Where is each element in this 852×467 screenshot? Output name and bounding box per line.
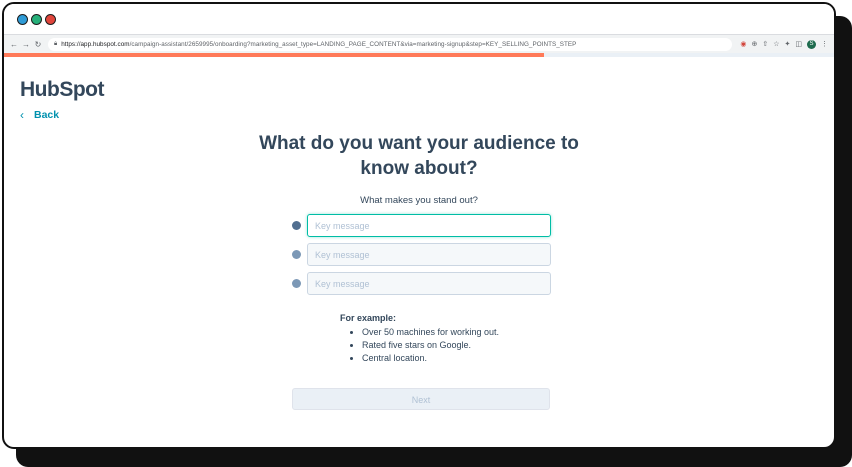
- example-block: For example: Over 50 machines for workin…: [340, 313, 499, 365]
- example-item: Over 50 machines for working out.: [362, 326, 499, 339]
- progress-fill: [4, 53, 544, 57]
- toolbar-icons: ◉ ⊕ ⇧ ☆ ✦ ◫ S ⋮: [740, 39, 828, 49]
- onboarding-progress-bar: [4, 53, 834, 57]
- forward-arrow-icon[interactable]: →: [20, 40, 32, 49]
- back-label: Back: [34, 109, 60, 121]
- window-control-blue[interactable]: [17, 14, 28, 25]
- window-control-red[interactable]: [45, 14, 56, 25]
- key-message-input-2[interactable]: [307, 243, 551, 266]
- next-button[interactable]: Next: [292, 388, 550, 410]
- extension-icon[interactable]: ◉: [740, 40, 746, 48]
- chevron-left-icon: ‹: [20, 108, 24, 122]
- page-title-line2: know about?: [360, 158, 478, 179]
- side-panel-icon[interactable]: ◫: [795, 40, 802, 48]
- url-host: https://app.hubspot.com: [61, 40, 130, 48]
- window-titlebar: [4, 4, 834, 34]
- url-text: https://app.hubspot.com/campaign-assista…: [61, 41, 576, 48]
- key-message-input-3[interactable]: [307, 272, 551, 295]
- example-item: Rated five stars on Google.: [362, 339, 499, 352]
- key-message-row-3: [292, 272, 551, 295]
- step-bullet: [292, 279, 301, 288]
- menu-kebab-icon[interactable]: ⋮: [821, 40, 828, 48]
- example-list: Over 50 machines for working out. Rated …: [340, 326, 499, 365]
- zoom-icon[interactable]: ⊕: [751, 40, 757, 48]
- window-control-green[interactable]: [31, 14, 42, 25]
- back-arrow-icon[interactable]: ←: [8, 40, 20, 49]
- key-message-row-2: [292, 243, 551, 266]
- step-bullet: [292, 221, 301, 230]
- browser-window: ← → ↻ 🔒︎ https://app.hubspot.com/campaig…: [2, 2, 836, 449]
- page-title-line1: What do you want your audience to: [259, 133, 579, 154]
- reload-icon[interactable]: ↻: [32, 40, 44, 49]
- profile-avatar[interactable]: S: [807, 39, 816, 49]
- address-bar[interactable]: 🔒︎ https://app.hubspot.com/campaign-assi…: [48, 37, 733, 51]
- example-item: Central location.: [362, 352, 499, 365]
- back-link[interactable]: ‹ Back: [20, 108, 59, 122]
- url-path: /campaign-assistant/2659995/onboarding?m…: [129, 40, 577, 48]
- browser-toolbar: ← → ↻ 🔒︎ https://app.hubspot.com/campaig…: [4, 34, 834, 53]
- bookmark-star-icon[interactable]: ☆: [773, 40, 779, 48]
- hubspot-logo: HubSpot: [20, 78, 104, 101]
- page-subtitle: What makes you stand out?: [360, 195, 478, 206]
- extensions-puzzle-icon[interactable]: ✦: [785, 40, 791, 48]
- share-icon[interactable]: ⇧: [762, 40, 768, 48]
- example-heading: For example:: [340, 313, 397, 323]
- key-message-row-1: [292, 214, 551, 237]
- lock-icon: 🔒︎: [54, 40, 58, 47]
- step-bullet: [292, 250, 301, 259]
- key-message-input-1[interactable]: [307, 214, 551, 237]
